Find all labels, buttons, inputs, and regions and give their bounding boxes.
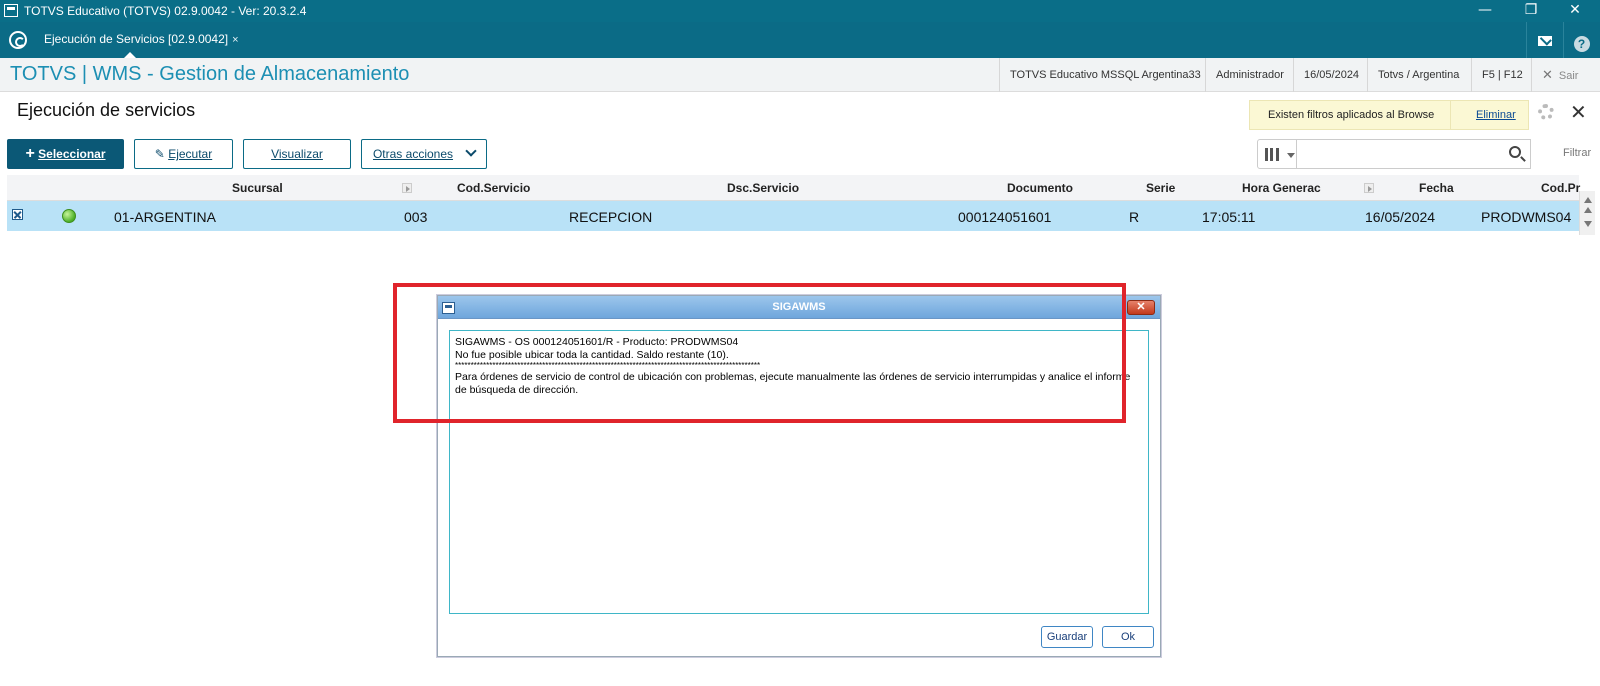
shortcuts-info[interactable]: F5 | F12 [1471, 58, 1533, 92]
col-header-sucursal[interactable]: Sucursal [232, 181, 283, 195]
col-header-serie[interactable]: Serie [1146, 181, 1175, 195]
view-button-label: Visualizar [271, 147, 323, 161]
cell-serie: R [1129, 209, 1140, 225]
date-info[interactable]: 16/05/2024 [1293, 58, 1369, 92]
scroll-page-up-icon[interactable] [1584, 207, 1592, 213]
cell-sucursal: 01-ARGENTINA [114, 209, 216, 225]
mail-button[interactable] [1526, 22, 1562, 58]
search-icon[interactable] [1509, 146, 1521, 158]
scroll-up-icon[interactable] [1584, 197, 1592, 203]
cell-cod-servicio: 003 [404, 209, 428, 225]
status-legend-icon [62, 209, 76, 223]
save-button[interactable]: Guardar [1041, 626, 1093, 648]
column-sort-icon[interactable] [402, 183, 412, 193]
scroll-down-icon[interactable] [1584, 221, 1592, 227]
tab-label: Ejecución de Servicios [02.9.0042] [44, 32, 229, 46]
window-title: TOTVS Educativo (TOTVS) 02.9.0042 - Ver:… [24, 4, 307, 18]
remove-filter-link[interactable]: Eliminar [1476, 109, 1516, 121]
ok-button[interactable]: Ok [1102, 626, 1154, 648]
col-header-hora[interactable]: Hora Generac [1242, 181, 1321, 195]
col-header-documento[interactable]: Documento [1007, 181, 1073, 195]
user-info[interactable]: Administrador [1205, 58, 1294, 92]
tab-bar: Ejecución de Servicios [02.9.0042] × ? [0, 22, 1600, 58]
col-header-dsc-servicio[interactable]: Dsc.Servicio [727, 181, 799, 195]
filter-link[interactable]: Filtrar [1563, 147, 1591, 159]
close-page-button[interactable]: ✕ [1570, 100, 1587, 125]
more-actions-label: Otras acciones [372, 147, 454, 161]
module-header: TOTVS | WMS - Gestion de Almacenamiento … [0, 58, 1600, 92]
pencil-icon: ✎ [154, 147, 165, 161]
exit-label: Sair [1558, 70, 1579, 82]
exit-icon: ✕ [1542, 67, 1553, 82]
columns-icon [1265, 148, 1279, 161]
help-icon: ? [1573, 36, 1590, 52]
restore-button[interactable]: ❐ [1508, 0, 1554, 22]
grid-header: Sucursal Cod.Servicio Dsc.Servicio Docum… [7, 175, 1580, 201]
module-title: TOTVS | WMS - Gestion de Almacenamiento [10, 63, 410, 85]
exit-button[interactable]: ✕ Sair [1531, 58, 1588, 92]
totvs-home-icon[interactable] [9, 31, 27, 49]
plus-icon: + [25, 145, 35, 162]
environment-info[interactable]: TOTVS Educativo MSSQL Argentina33 [999, 58, 1211, 92]
tab-ejecucion-servicios[interactable]: Ejecución de Servicios [02.9.0042] × [36, 22, 247, 58]
table-row[interactable]: 01-ARGENTINA 003 RECEPCION 000124051601 … [7, 201, 1579, 231]
view-button[interactable]: Visualizar [243, 139, 351, 169]
cell-hora: 17:05:11 [1202, 209, 1256, 225]
help-button[interactable]: ? [1563, 22, 1599, 58]
column-sort-icon[interactable] [1364, 183, 1374, 193]
search-input[interactable] [1297, 139, 1531, 169]
filter-notice-divider [1450, 101, 1451, 129]
caret-down-icon [1287, 153, 1295, 158]
select-button-label: Seleccionar [38, 147, 106, 161]
select-button[interactable]: + Seleccionar [7, 139, 124, 169]
app-window-icon [4, 4, 18, 17]
grid-scrollbar[interactable] [1579, 191, 1595, 235]
col-header-cod-producto[interactable]: Cod.Pr [1541, 181, 1580, 195]
window-title-bar: TOTVS Educativo (TOTVS) 02.9.0042 - Ver:… [0, 0, 1600, 22]
column-chooser-button[interactable] [1257, 139, 1297, 169]
highlight-rectangle [393, 283, 1126, 423]
close-window-button[interactable]: ✕ [1552, 0, 1598, 22]
gear-icon[interactable] [1538, 104, 1554, 120]
company-info[interactable]: Totvs / Argentina [1367, 58, 1469, 92]
cell-fecha: 16/05/2024 [1365, 209, 1436, 225]
execute-button[interactable]: ✎ Ejecutar [134, 139, 233, 169]
minimize-button[interactable]: — [1462, 0, 1508, 22]
dialog-close-button[interactable]: ✕ [1127, 300, 1155, 315]
mail-icon [1537, 36, 1552, 46]
col-header-cod-servicio[interactable]: Cod.Servicio [457, 181, 530, 195]
tab-close-icon[interactable]: × [232, 34, 238, 46]
filter-notice: Existen filtros aplicados al Browse Elim… [1249, 100, 1529, 130]
col-header-fecha[interactable]: Fecha [1419, 181, 1454, 195]
execute-button-label: Ejecutar [168, 147, 213, 161]
more-actions-button[interactable]: Otras acciones [361, 139, 487, 169]
chevron-down-icon [465, 145, 477, 157]
cell-dsc-servicio: RECEPCION [569, 209, 653, 225]
cell-cod-producto: PRODWMS04 [1481, 209, 1572, 225]
row-checkbox-icon[interactable] [12, 209, 23, 220]
page-title: Ejecución de servicios [17, 100, 196, 120]
filter-notice-text: Existen filtros aplicados al Browse [1268, 109, 1435, 121]
cell-documento: 000124051601 [958, 209, 1052, 225]
